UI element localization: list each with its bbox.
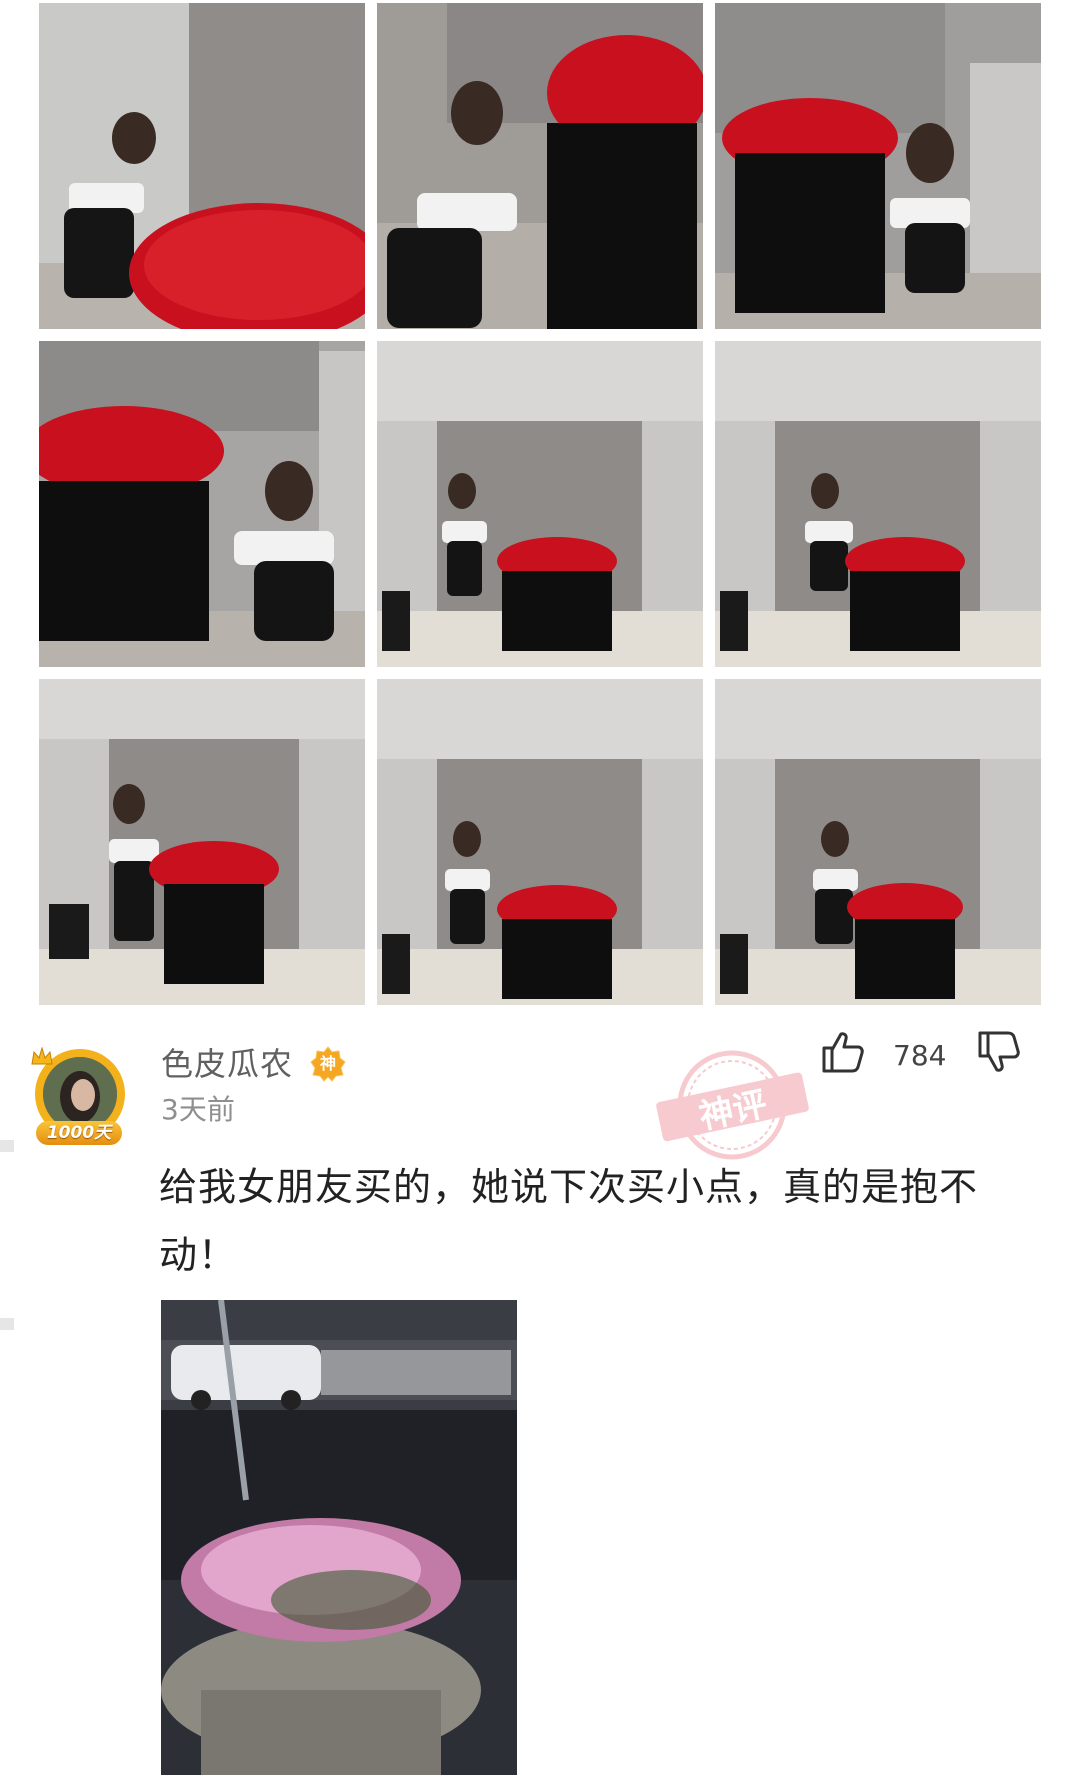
like-count: 784: [893, 1039, 947, 1072]
photo-thumbnail[interactable]: [377, 679, 703, 1005]
comment-time: 3天前: [161, 1093, 235, 1126]
god-comment-stamp: 神评: [650, 1045, 815, 1165]
photo-thumbnail[interactable]: [715, 679, 1041, 1005]
edge-mark: [0, 1318, 14, 1330]
username[interactable]: 色皮瓜农: [161, 1042, 293, 1086]
edge-mark: [0, 1140, 14, 1152]
photo-thumbnail[interactable]: [377, 3, 703, 329]
god-badge: 神: [310, 1046, 346, 1082]
crown-icon: [31, 1047, 53, 1065]
god-badge-label: 神: [319, 1054, 336, 1073]
photo-thumbnail[interactable]: [377, 341, 703, 667]
comment-page: 1000天 色皮瓜农 神 3天前 784 神评 给我女朋友买的，她说下次买小点，…: [0, 0, 1080, 1783]
photo-thumbnail[interactable]: [715, 3, 1041, 329]
photo-grid: [39, 3, 1041, 1005]
photo-thumbnail[interactable]: [715, 341, 1041, 667]
comment-text: 给我女朋友买的，她说下次买小点，真的是抱不动！: [159, 1165, 979, 1277]
photo-thumbnail[interactable]: [39, 679, 365, 1005]
avatar-badge: 1000天: [36, 1121, 122, 1145]
comment-attached-image[interactable]: [161, 1300, 517, 1775]
avatar-image: [43, 1057, 117, 1131]
photo-thumbnail[interactable]: [39, 341, 365, 667]
thumbs-up-icon[interactable]: [820, 1030, 866, 1074]
photo-thumbnail[interactable]: [39, 3, 365, 329]
avatar[interactable]: 1000天: [31, 1045, 129, 1145]
thumbs-down-icon[interactable]: [976, 1030, 1022, 1074]
